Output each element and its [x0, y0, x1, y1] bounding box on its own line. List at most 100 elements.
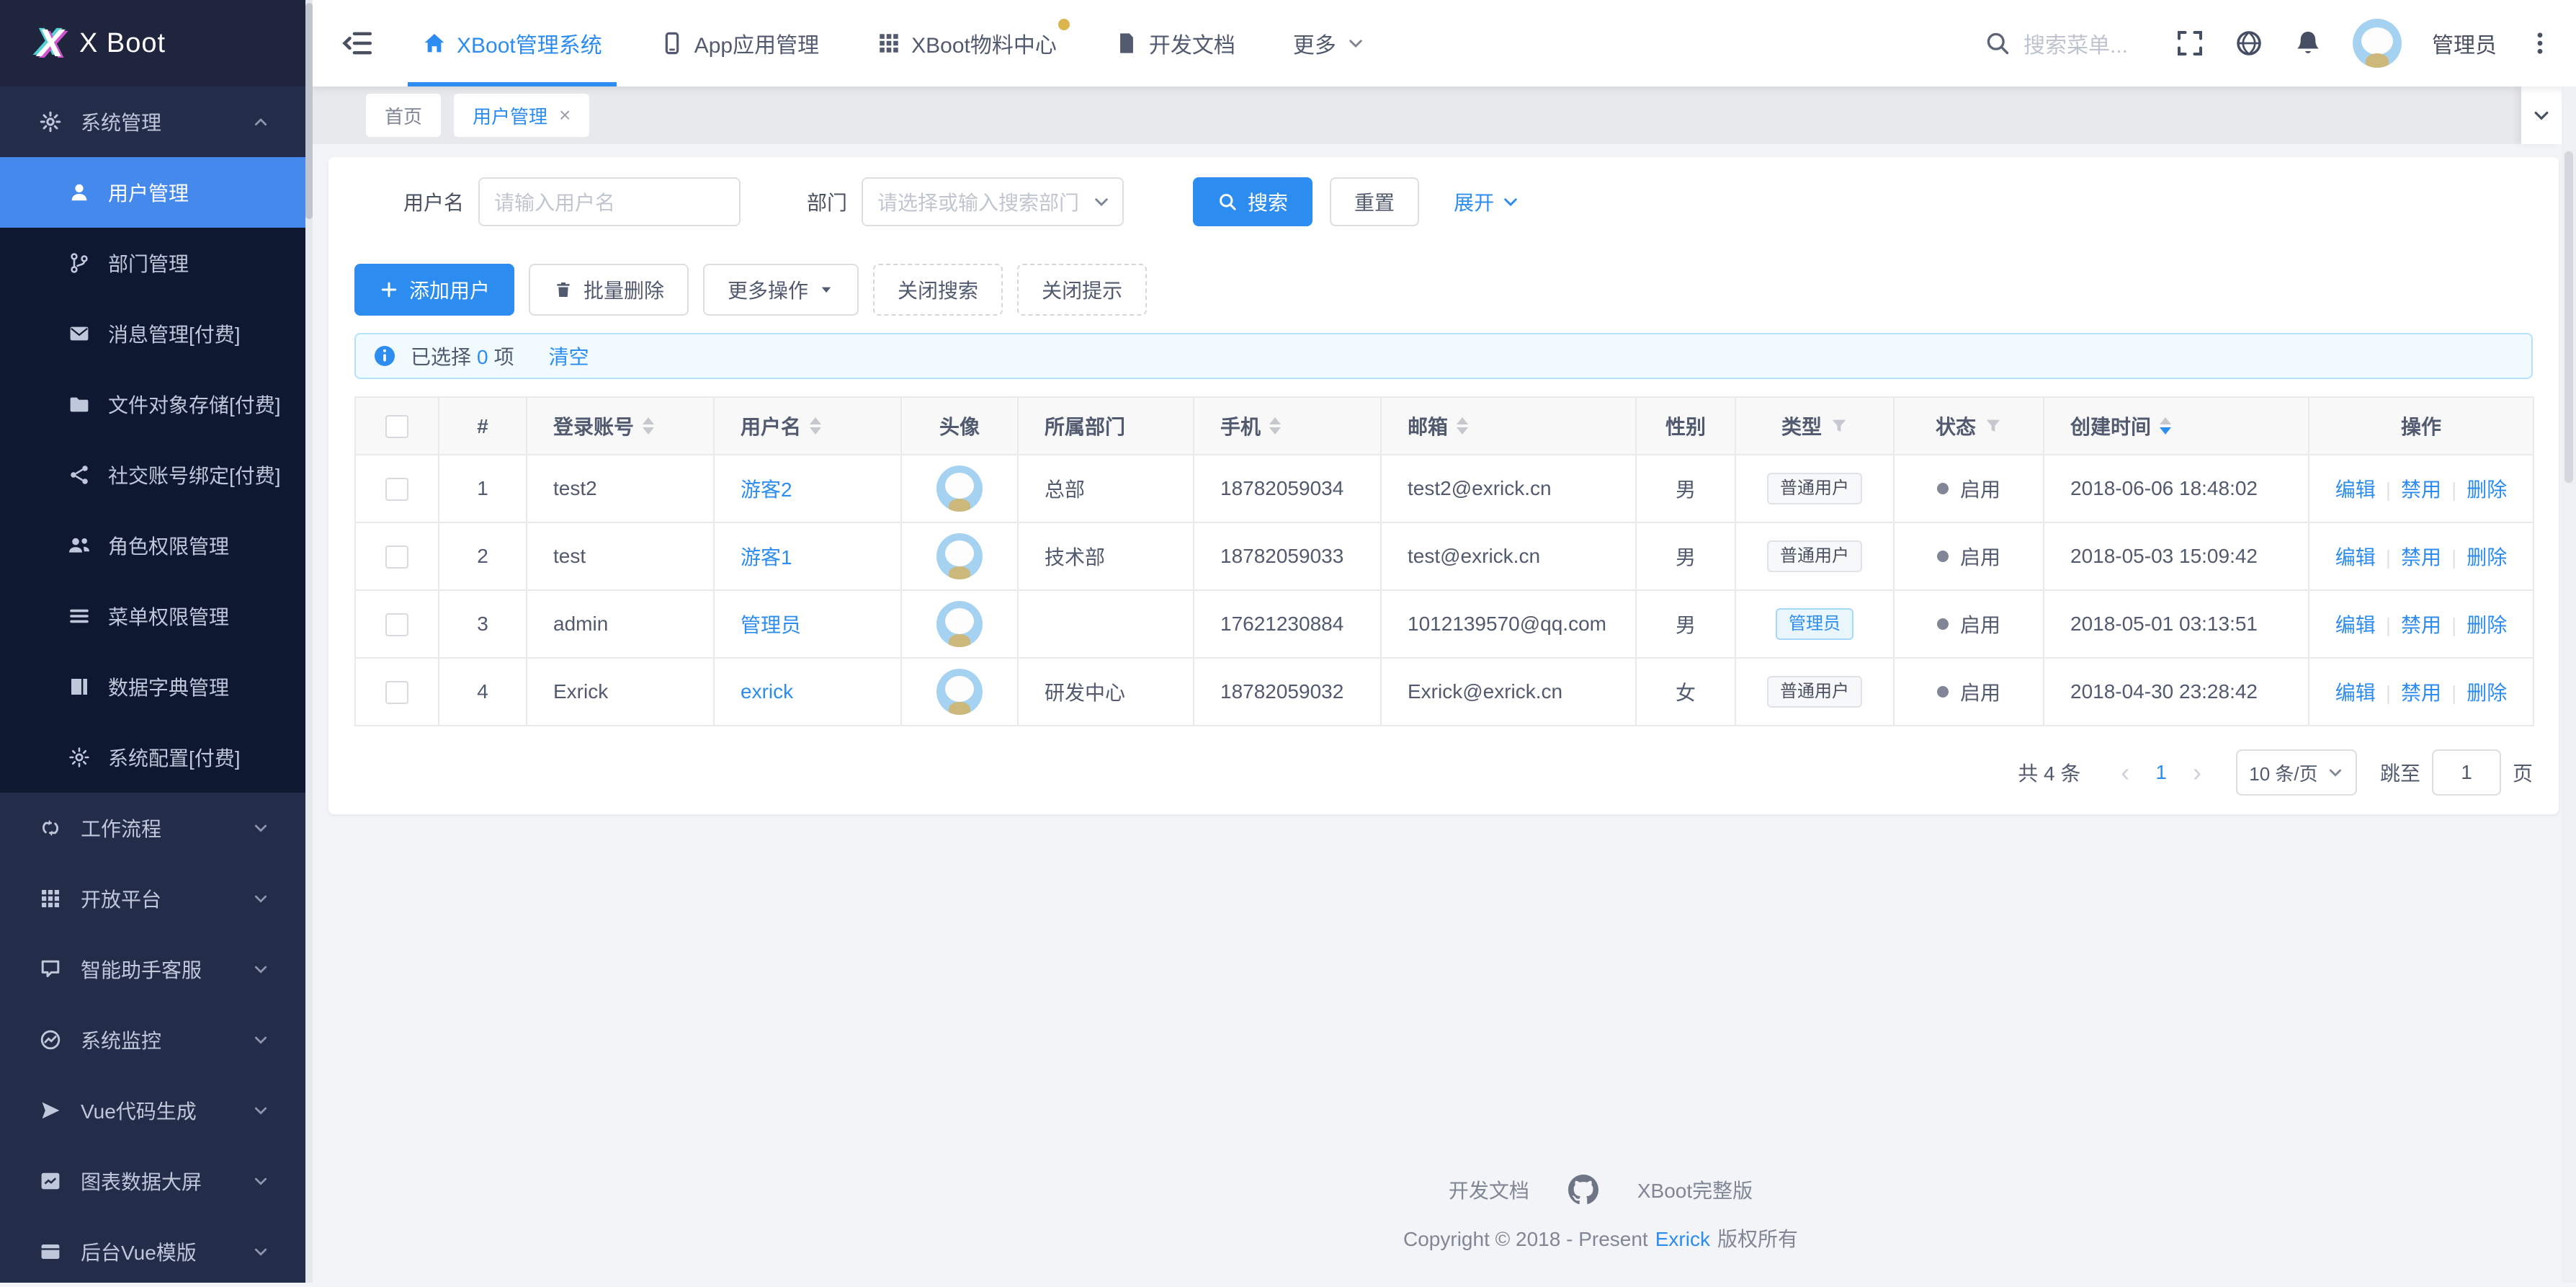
jump-to-page-input[interactable]	[2432, 749, 2501, 796]
sidebar-item-message-management[interactable]: 消息管理[付费]	[0, 298, 313, 369]
app-logo[interactable]: X X Boot	[0, 0, 313, 86]
sort-toggle[interactable]	[1269, 417, 1281, 435]
username-link[interactable]: 游客1	[741, 546, 792, 569]
row-checkbox[interactable]	[385, 478, 408, 501]
header-tab-main-system[interactable]: XBoot管理系统	[422, 0, 602, 86]
header-tab-more[interactable]: 更多	[1293, 0, 1365, 86]
sidebar-item-data-dictionary[interactable]: 数据字典管理	[0, 651, 313, 722]
column-header-status[interactable]: 状态	[1894, 397, 2044, 455]
sidebar-item-file-object-storage[interactable]: 文件对象存储[付费]	[0, 369, 313, 440]
row-op-disable-link[interactable]: 禁用	[2401, 682, 2441, 704]
row-avatar[interactable]	[936, 669, 983, 715]
row-avatar[interactable]	[936, 466, 983, 512]
select-all-checkbox[interactable]	[385, 415, 408, 438]
username-link[interactable]: 游客2	[741, 478, 792, 501]
expand-filters-link[interactable]: 展开	[1454, 187, 1520, 216]
sidebar-item-workflow[interactable]: 工作流程	[0, 793, 313, 863]
row-op-edit-link[interactable]: 编辑	[2335, 682, 2376, 704]
pagination-total: 共 4 条	[2018, 758, 2080, 787]
row-op-delete-link[interactable]: 删除	[2467, 478, 2507, 501]
username-link[interactable]: exrick	[741, 680, 793, 703]
row-avatar[interactable]	[936, 533, 983, 579]
column-header-type[interactable]: 类型	[1735, 397, 1894, 455]
notification-bell-icon[interactable]	[2294, 29, 2322, 58]
sidebar-item-social-account-binding[interactable]: 社交账号绑定[付费]	[0, 440, 313, 510]
column-header-created[interactable]: 创建时间	[2044, 397, 2309, 455]
clear-selection-link[interactable]: 清空	[549, 342, 589, 370]
filter-funnel-icon[interactable]	[1985, 417, 2002, 435]
more-options-dots-icon[interactable]	[2527, 30, 2553, 56]
row-op-disable-link[interactable]: 禁用	[2401, 478, 2441, 501]
page-tab-home[interactable]: 首页	[366, 94, 441, 137]
sidebar-item-role-permission[interactable]: 角色权限管理	[0, 510, 313, 581]
sidebar-item-open-platform[interactable]: 开放平台	[0, 863, 313, 934]
row-op-delete-link[interactable]: 删除	[2467, 682, 2507, 704]
close-search-button[interactable]: 关闭搜索	[873, 264, 1003, 316]
row-op-edit-link[interactable]: 编辑	[2335, 614, 2376, 636]
row-op-disable-link[interactable]: 禁用	[2401, 546, 2441, 569]
column-header-select[interactable]	[355, 397, 439, 455]
row-checkbox[interactable]	[385, 545, 408, 569]
column-header-phone[interactable]: 手机	[1194, 397, 1381, 455]
column-header-email[interactable]: 邮箱	[1381, 397, 1636, 455]
row-checkbox[interactable]	[385, 613, 408, 636]
current-page-number[interactable]: 1	[2155, 761, 2167, 784]
sidebar-item-system-monitor[interactable]: 系统监控	[0, 1005, 313, 1075]
sidebar-scrollbar[interactable]	[305, 0, 313, 1283]
user-avatar[interactable]	[2353, 19, 2402, 68]
window-scrollbar[interactable]	[2562, 86, 2576, 1283]
row-avatar[interactable]	[936, 601, 983, 647]
sidebar-item-vue-code-gen[interactable]: Vue代码生成	[0, 1075, 313, 1146]
row-op-delete-link[interactable]: 删除	[2467, 546, 2507, 569]
menu-collapse-icon[interactable]	[341, 27, 373, 59]
username-link[interactable]: 管理员	[741, 614, 801, 636]
page-size-select[interactable]: 10 条/页	[2236, 749, 2357, 796]
page-tab-user-management[interactable]: 用户管理×	[454, 94, 589, 137]
username-filter-input[interactable]: 请输入用户名	[478, 177, 741, 226]
sidebar-item-user-management[interactable]: 用户管理	[0, 157, 313, 228]
row-op-disable-link[interactable]: 禁用	[2401, 614, 2441, 636]
footer-repo-link[interactable]: XBoot完整版	[1637, 1175, 1753, 1204]
author-link[interactable]: Exrick	[1655, 1228, 1710, 1250]
sidebar-item-system-config[interactable]: 系统配置[付费]	[0, 722, 313, 793]
batch-delete-button[interactable]: 批量删除	[529, 264, 689, 316]
sidebar-item-department-management[interactable]: 部门管理	[0, 228, 313, 298]
status-badge: 启用	[1937, 610, 2000, 638]
sidebar-item-label: 文件对象存储[付费]	[108, 390, 281, 419]
sidebar-item-menu-permission[interactable]: 菜单权限管理	[0, 581, 313, 651]
close-tips-button[interactable]: 关闭提示	[1017, 264, 1147, 316]
sort-toggle[interactable]	[643, 417, 654, 435]
row-checkbox[interactable]	[385, 681, 408, 704]
user-name[interactable]: 管理员	[2432, 27, 2497, 59]
reset-button[interactable]: 重置	[1330, 177, 1419, 226]
language-globe-icon[interactable]	[2235, 29, 2263, 58]
column-header-account[interactable]: 登录账号	[527, 397, 714, 455]
row-op-delete-link[interactable]: 删除	[2467, 614, 2507, 636]
header-tab-dev-docs[interactable]: 开发文档	[1114, 0, 1235, 86]
search-button[interactable]: 搜索	[1193, 177, 1312, 226]
menu-search-box[interactable]: 搜索菜单...	[1985, 27, 2128, 59]
header-tab-material-center[interactable]: XBoot物料中心	[877, 0, 1057, 86]
tab-list-dropdown-button[interactable]	[2521, 86, 2562, 144]
add-user-button[interactable]: 添加用户	[354, 264, 514, 316]
row-op-edit-link[interactable]: 编辑	[2335, 546, 2376, 569]
close-tab-icon[interactable]: ×	[559, 105, 571, 125]
filter-funnel-icon[interactable]	[1830, 417, 1848, 435]
header-tab-app-management[interactable]: App应用管理	[660, 0, 819, 86]
sort-toggle[interactable]	[1457, 417, 1468, 435]
more-actions-dropdown-button[interactable]: 更多操作	[703, 264, 859, 316]
next-page-arrow[interactable]: ›	[2187, 757, 2207, 788]
sidebar-item-backend-vue-template[interactable]: 后台Vue模版	[0, 1216, 313, 1287]
sort-toggle[interactable]	[2160, 417, 2171, 435]
sidebar-item-chart-screen[interactable]: 图表数据大屏	[0, 1146, 313, 1216]
column-header-username[interactable]: 用户名	[714, 397, 901, 455]
prev-page-arrow[interactable]: ‹	[2115, 757, 2135, 788]
row-op-edit-link[interactable]: 编辑	[2335, 478, 2376, 501]
github-icon[interactable]	[1568, 1175, 1598, 1205]
sidebar-item-assistant-service[interactable]: 智能助手客服	[0, 934, 313, 1005]
sort-toggle[interactable]	[810, 417, 821, 435]
fullscreen-icon[interactable]	[2175, 29, 2204, 58]
sidebar-item-system-management[interactable]: 系统管理	[0, 86, 313, 157]
department-filter-select[interactable]: 请选择或输入搜索部门	[862, 177, 1124, 226]
footer-docs-link[interactable]: 开发文档	[1449, 1175, 1529, 1204]
